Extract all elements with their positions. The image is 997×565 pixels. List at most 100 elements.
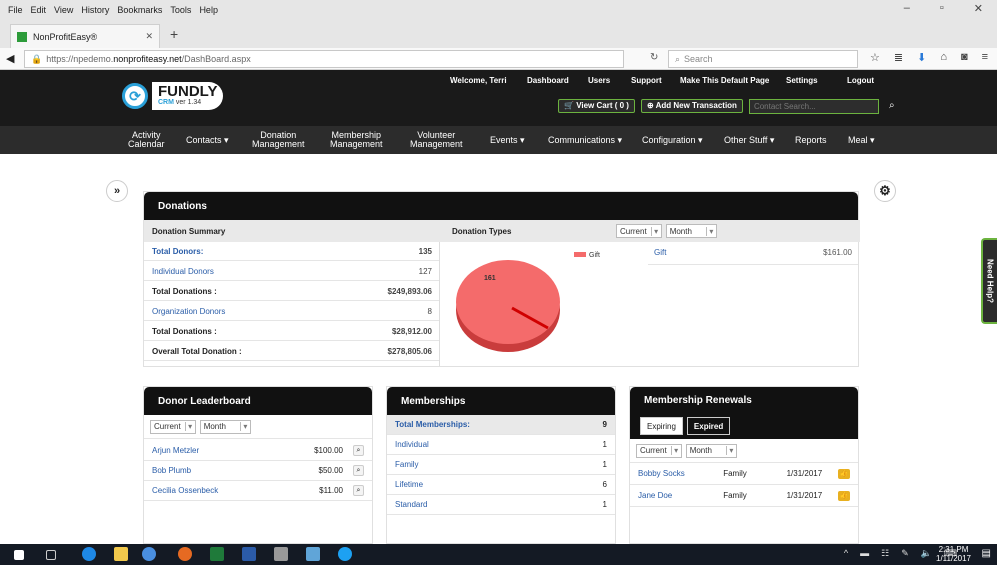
browser-search-input[interactable]: ⌕ Search <box>668 50 858 68</box>
donor-name[interactable]: Bob Plumb <box>152 466 191 475</box>
users-link[interactable]: Users <box>588 76 610 85</box>
select-value: Current <box>620 226 647 236</box>
minimize-icon[interactable]: – <box>904 2 910 15</box>
file-explorer-icon[interactable] <box>114 547 128 561</box>
menu-history[interactable]: History <box>81 5 109 15</box>
summary-label[interactable]: Individual Donors <box>152 267 214 276</box>
gear-icon[interactable]: ⚙ <box>874 180 896 202</box>
browser-tab[interactable]: NonProfitEasy® ✕ <box>10 24 160 48</box>
pen-icon[interactable]: ✎ <box>901 548 909 559</box>
nav-label: Other Stuff ▾ <box>724 134 775 145</box>
tab-expired[interactable]: Expired <box>686 417 731 435</box>
memberships-total-label[interactable]: Total Memberships: <box>395 420 470 429</box>
pocket-icon[interactable]: ◙ <box>961 51 968 64</box>
chevron-down-icon: ▾ <box>650 226 661 236</box>
nav-communications[interactable]: Communications ▾ <box>548 126 622 154</box>
add-transaction-button[interactable]: ⊕ Add New Transaction <box>640 99 743 113</box>
volume-icon[interactable]: 🔈 <box>921 548 932 559</box>
restore-icon[interactable]: ▫ <box>940 2 944 15</box>
chrome-icon[interactable] <box>142 547 156 561</box>
url-bar[interactable]: 🔒 https://npedemo. nonprofiteasy.net/Dash… <box>24 50 624 68</box>
menu-edit[interactable]: Edit <box>31 5 47 15</box>
nav-configuration[interactable]: Configuration ▾ <box>642 126 703 154</box>
leaderboard-period-select[interactable]: Current ▾ <box>150 419 196 434</box>
nav-label-2: Management <box>410 139 463 149</box>
membership-label[interactable]: Family <box>395 460 419 469</box>
membership-label[interactable]: Lifetime <box>395 480 423 489</box>
app-icon[interactable] <box>306 547 320 561</box>
support-link[interactable]: Support <box>631 76 662 85</box>
nav-volunteer-management[interactable]: Volunteer Management <box>410 126 463 154</box>
renew-thumbs-up-icon[interactable]: 👍 <box>838 490 851 501</box>
network-icon[interactable]: ☷ <box>881 548 889 559</box>
excel-icon[interactable] <box>210 547 224 561</box>
hamburger-menu-icon[interactable]: ≡ <box>982 51 988 64</box>
nav-activity-calendar[interactable]: Activity Calendar <box>128 126 165 154</box>
donation-types-title: Donation Types <box>452 226 512 236</box>
calculator-icon[interactable] <box>274 547 288 561</box>
edge-icon[interactable] <box>82 547 96 561</box>
logout-link[interactable]: Logout <box>847 76 874 85</box>
windows-start-icon[interactable] <box>14 550 24 560</box>
nav-membership-management[interactable]: Membership Management <box>330 126 383 154</box>
renew-thumbs-up-icon[interactable]: 👍 <box>838 468 851 479</box>
menu-help[interactable]: Help <box>199 5 218 15</box>
donor-name[interactable]: Arjun Metzler <box>152 446 199 455</box>
leaderboard-unit-select[interactable]: Month ▾ <box>199 419 251 434</box>
taskbar-clock[interactable]: 2:31 PM 1/11/2017 <box>936 545 971 563</box>
fundly-logo[interactable]: ⟳ FUNDLY CRM ver 1.34 <box>122 82 224 110</box>
summary-label[interactable]: Total Donors: <box>152 247 203 256</box>
nav-other-stuff[interactable]: Other Stuff ▾ <box>724 126 774 154</box>
new-tab-icon[interactable]: + <box>170 26 178 42</box>
renewal-name[interactable]: Bobby Socks <box>638 469 723 478</box>
type-label[interactable]: Gift <box>654 248 666 264</box>
renewals-period-select[interactable]: Current ▾ <box>636 443 682 458</box>
view-cart-button[interactable]: 🛒 View Cart ( 0 ) <box>558 99 635 113</box>
reading-list-icon[interactable]: ≣ <box>894 51 903 64</box>
need-help-tab[interactable]: Need Help? <box>981 238 997 324</box>
membership-label[interactable]: Individual <box>395 440 429 449</box>
dashboard-link[interactable]: Dashboard <box>527 76 569 85</box>
pie-slice-gift[interactable] <box>456 260 560 344</box>
tray-chevron-icon[interactable]: ^ <box>844 548 848 559</box>
download-icon[interactable]: ⬇ <box>917 51 926 64</box>
battery-icon[interactable]: ▬ <box>860 548 869 559</box>
settings-link[interactable]: Settings <box>786 76 818 85</box>
close-icon[interactable]: ✕ <box>974 2 983 15</box>
contact-search-icon[interactable]: ⌕ <box>889 100 895 114</box>
nav-meal[interactable]: Meal ▾ <box>848 126 875 154</box>
magnifier-icon[interactable]: ⌕ <box>353 485 364 496</box>
firefox-icon[interactable] <box>178 547 192 561</box>
membership-label[interactable]: Standard <box>395 500 427 509</box>
word-icon[interactable] <box>242 547 256 561</box>
nav-reports[interactable]: Reports <box>795 126 827 154</box>
back-arrow-icon[interactable]: ◀ <box>6 52 14 65</box>
menu-tools[interactable]: Tools <box>170 5 191 15</box>
bookmark-star-icon[interactable]: ☆ <box>870 51 880 64</box>
nav-contacts[interactable]: Contacts ▾ <box>186 126 229 154</box>
nav-donation-management[interactable]: Donation Management <box>252 126 305 154</box>
nav-events[interactable]: Events ▾ <box>490 126 525 154</box>
expand-sidebar-icon[interactable]: » <box>106 180 128 202</box>
notifications-icon[interactable]: ▤ <box>982 548 991 559</box>
renewal-name[interactable]: Jane Doe <box>638 491 723 500</box>
skype-icon[interactable] <box>338 547 352 561</box>
donation-unit-select[interactable]: Month ▾ <box>665 224 717 238</box>
donation-period-select[interactable]: Current ▾ <box>616 224 662 238</box>
renewals-unit-select[interactable]: Month ▾ <box>685 443 737 458</box>
reload-icon[interactable]: ↻ <box>650 52 658 63</box>
summary-label[interactable]: Organization Donors <box>152 307 225 316</box>
home-icon[interactable]: ⌂ <box>940 51 947 64</box>
menu-view[interactable]: View <box>54 5 73 15</box>
donor-name[interactable]: Cecilia Ossenbeck <box>152 486 218 495</box>
task-view-icon[interactable] <box>46 550 56 560</box>
tab-close-icon[interactable]: ✕ <box>145 31 153 42</box>
magnifier-icon[interactable]: ⌕ <box>353 465 364 476</box>
magnifier-icon[interactable]: ⌕ <box>353 445 364 456</box>
contact-search-input[interactable]: Contact Search... <box>748 99 879 114</box>
memberships-panel: Memberships Total Memberships: 9 Individ… <box>386 386 616 544</box>
menu-file[interactable]: File <box>8 5 23 15</box>
menu-bookmarks[interactable]: Bookmarks <box>117 5 162 15</box>
default-page-link[interactable]: Make This Default Page <box>680 76 769 85</box>
tab-expiring[interactable]: Expiring <box>640 417 683 435</box>
